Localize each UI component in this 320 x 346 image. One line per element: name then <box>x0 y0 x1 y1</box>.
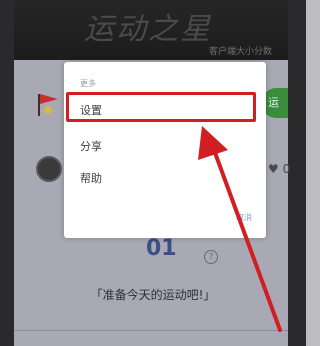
pointer-arrow <box>198 126 282 332</box>
